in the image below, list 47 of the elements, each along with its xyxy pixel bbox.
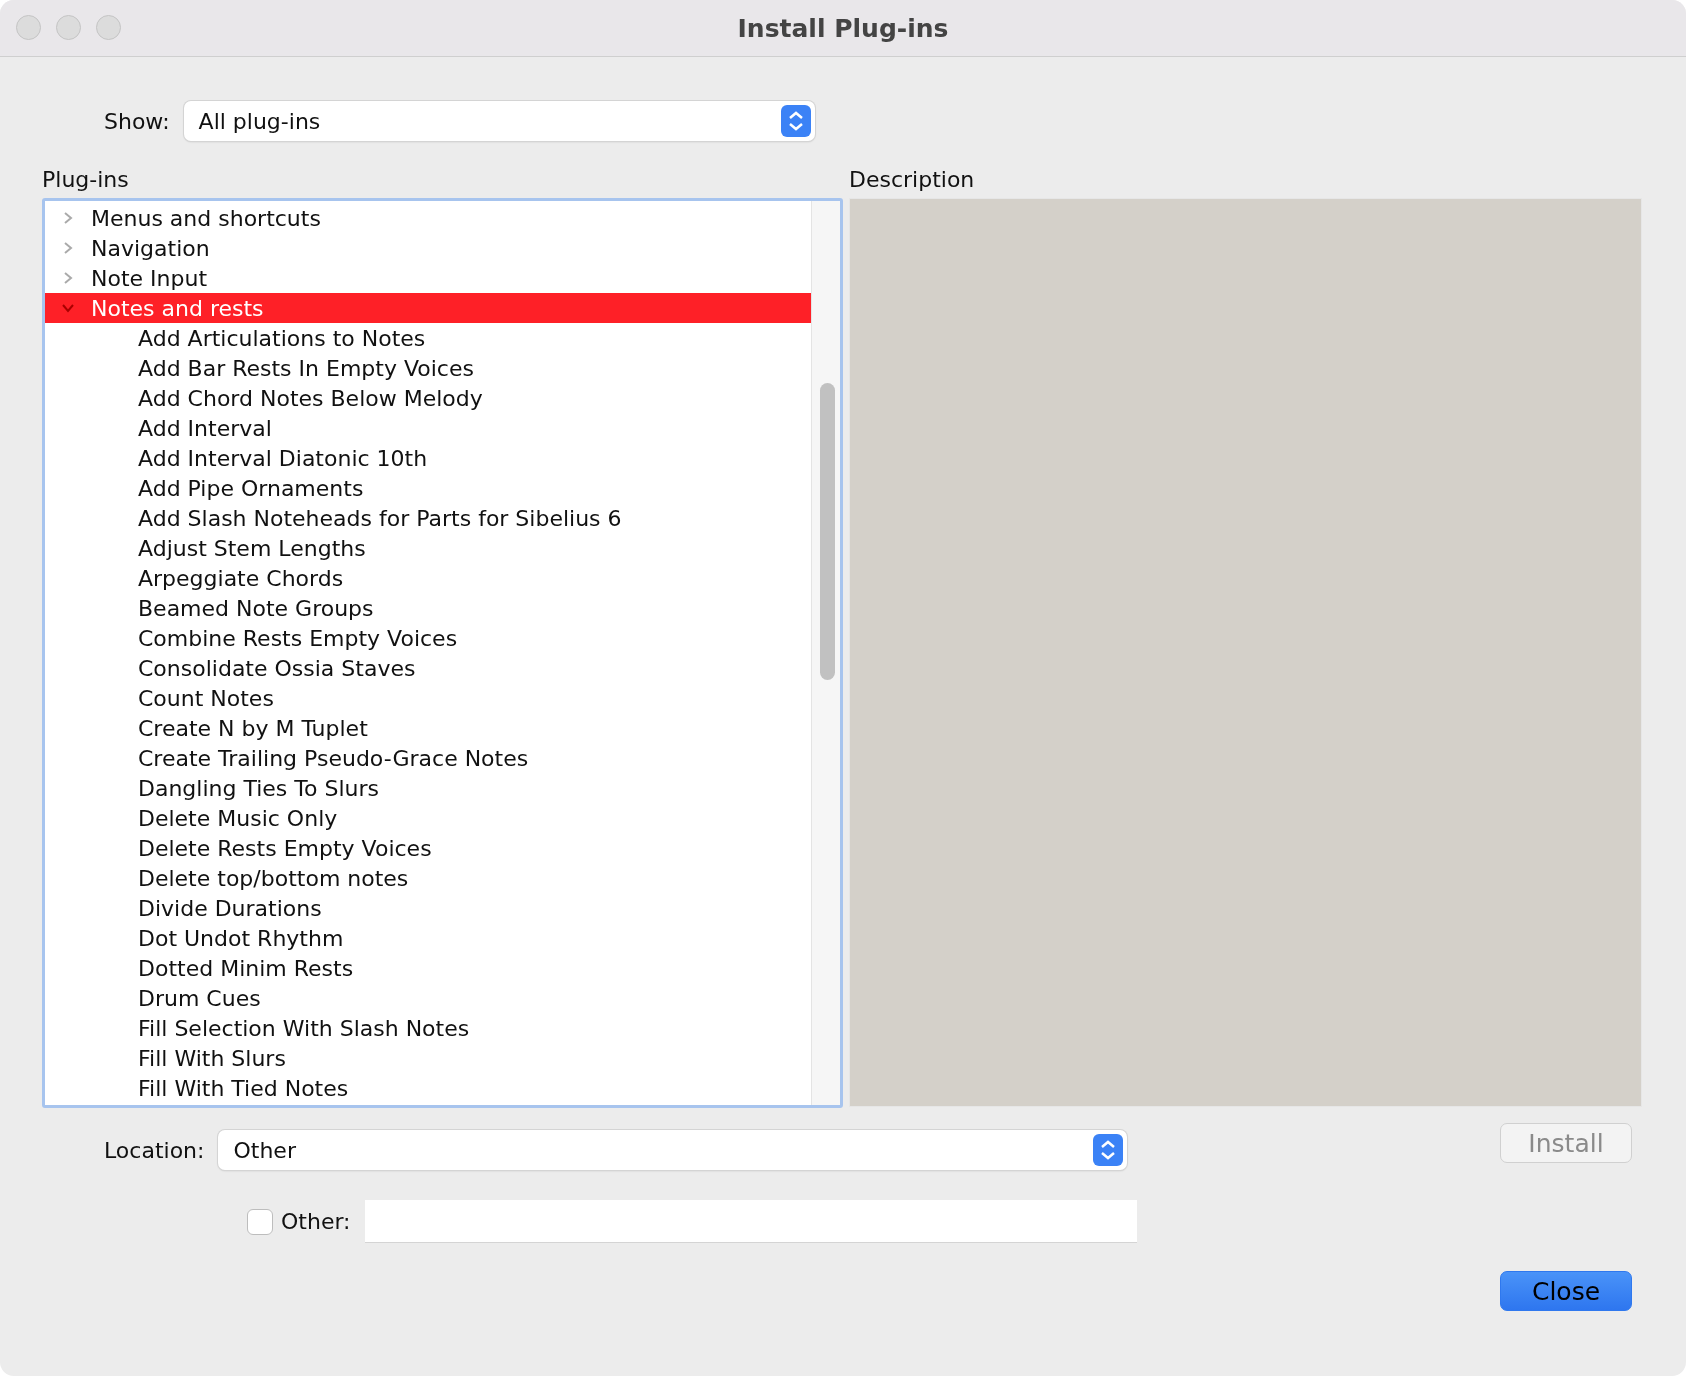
tree-item[interactable]: Consolidate Ossia Staves [45, 653, 811, 683]
tree-item[interactable]: Divide Durations [45, 893, 811, 923]
plugins-label: Plug-ins [42, 167, 130, 192]
tree-item[interactable]: Combine Rests Empty Voices [45, 623, 811, 653]
tree-item[interactable]: Delete top/bottom notes [45, 863, 811, 893]
tree-item[interactable]: Dot Undot Rhythm [45, 923, 811, 953]
other-label: Other: [281, 1209, 351, 1234]
tree-item[interactable]: Add Pipe Ornaments [45, 473, 811, 503]
tree-item[interactable]: Fill Selection With Slash Notes [45, 1013, 811, 1043]
tree-category[interactable]: Navigation [45, 233, 811, 263]
tree-item[interactable]: Add Interval [45, 413, 811, 443]
tree-item[interactable]: Dangling Ties To Slurs [45, 773, 811, 803]
close-button[interactable]: Close [1500, 1271, 1632, 1311]
tree-item[interactable]: Fill With Slurs [45, 1043, 811, 1073]
show-label: Show: [104, 108, 170, 134]
tree-item[interactable]: Adjust Stem Lengths [45, 533, 811, 563]
description-label: Description [849, 167, 976, 192]
stepper-icon [1093, 1134, 1124, 1166]
tree-item[interactable]: Arpeggiate Chords [45, 563, 811, 593]
stepper-icon [780, 105, 811, 137]
tree-item[interactable]: Create Trailing Pseudo-Grace Notes [45, 743, 811, 773]
window-close-control[interactable] [16, 15, 41, 40]
tree-item[interactable]: Add Interval Diatonic 10th [45, 443, 811, 473]
window-zoom-control[interactable] [96, 15, 121, 40]
tree-item[interactable]: Drum Cues [45, 983, 811, 1013]
tree-item[interactable]: Create N by M Tuplet [45, 713, 811, 743]
tree-category[interactable]: Menus and shortcuts [45, 203, 811, 233]
window-minimize-control[interactable] [56, 15, 81, 40]
tree-item[interactable]: Add Chord Notes Below Melody [45, 383, 811, 413]
tree-item[interactable]: Dotted Minim Rests [45, 953, 811, 983]
tree-item[interactable]: Count Notes [45, 683, 811, 713]
tree-item[interactable]: Add Slash Noteheads for Parts for Sibelius 6 [45, 503, 811, 533]
tree-item[interactable]: Add Articulations to Notes [45, 323, 811, 353]
scrollbar-thumb[interactable] [820, 383, 835, 680]
location-label: Location: [104, 1137, 205, 1163]
window-title: Install Plug-ins [737, 13, 949, 43]
tree-item[interactable]: Fill With Tied Notes [45, 1073, 811, 1103]
tree-category[interactable]: Note Input [45, 263, 811, 293]
tree-item[interactable]: Delete Rests Empty Voices [45, 833, 811, 863]
location-dropdown[interactable]: Other [218, 1130, 1128, 1170]
tree-item[interactable]: Delete Music Only [45, 803, 811, 833]
show-dropdown[interactable]: All plug-ins [183, 101, 815, 141]
tree-category[interactable]: Notes and rests [45, 293, 811, 323]
other-path-field[interactable] [364, 1200, 1137, 1243]
tree-item[interactable]: Add Bar Rests In Empty Voices [45, 353, 811, 383]
other-checkbox[interactable] [247, 1208, 273, 1235]
tree-item[interactable]: Beamed Note Groups [45, 593, 811, 623]
